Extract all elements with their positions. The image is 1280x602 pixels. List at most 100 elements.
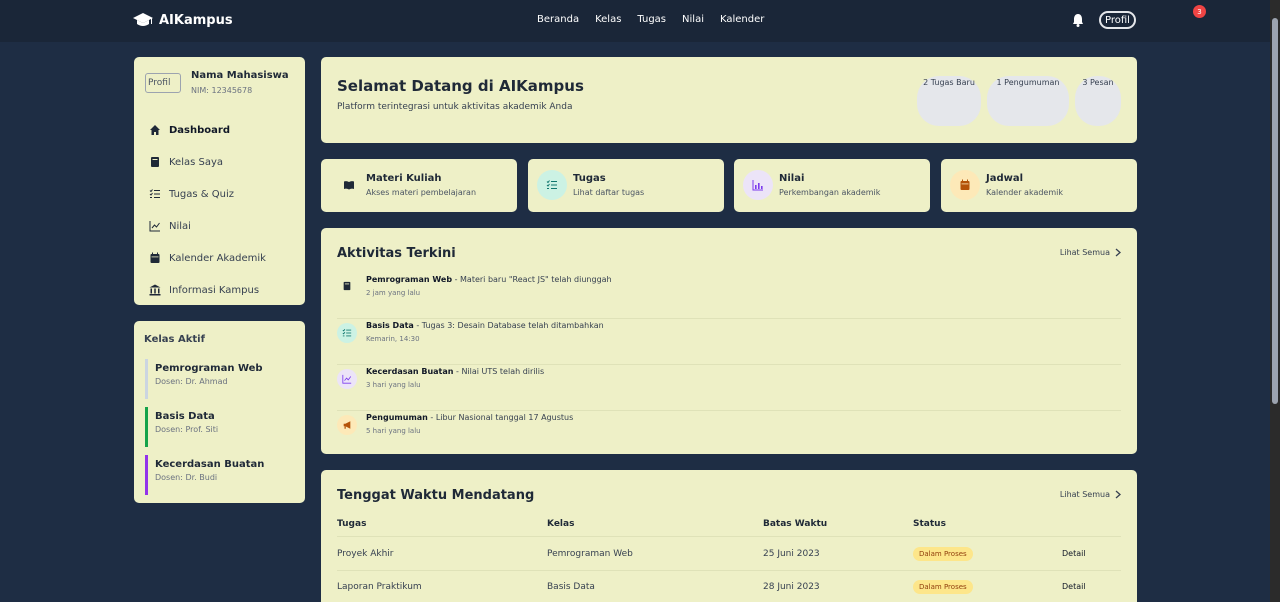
activity-subject: Pengumuman: [366, 413, 428, 422]
column-header-tugas: Tugas: [337, 519, 367, 529]
stat-messages[interactable]: 3 Pesan: [1075, 76, 1121, 126]
activity-see-all-link[interactable]: Lihat Semua: [1060, 248, 1121, 257]
calendar-icon: [150, 252, 160, 263]
chart-bar-icon: [752, 180, 763, 191]
calendar-icon: [960, 179, 970, 190]
activity-description: - Tugas 3: Desain Database telah ditamba…: [413, 321, 604, 330]
welcome-title: Selamat Datang di AIKampus: [337, 77, 584, 95]
quick-link-tugas[interactable]: Tugas Lihat daftar tugas: [528, 159, 724, 212]
class-item[interactable]: Pemrograman Web Dosen: Dr. Ahmad: [145, 359, 295, 399]
activity-description: - Libur Nasional tanggal 17 Agustus: [427, 413, 574, 422]
nav-beranda[interactable]: Beranda: [537, 14, 579, 25]
class-name: Kecerdasan Buatan: [155, 459, 265, 470]
deadlines-title: Tenggat Waktu Mendatang: [337, 488, 535, 503]
recent-activity-card: Aktivitas Terkini Lihat Semua Pemrograma…: [321, 228, 1137, 454]
book-icon: [151, 157, 159, 167]
sidebar-item-label: Nilai: [169, 220, 191, 232]
nav-kalender[interactable]: Kalender: [720, 14, 764, 25]
tasks-icon: [546, 180, 557, 189]
activity-icon-wrap: [337, 369, 357, 389]
activity-subject: Basis Data: [366, 321, 414, 330]
class-lecturer: Dosen: Dr. Ahmad: [155, 377, 228, 386]
quick-link-jadwal[interactable]: Jadwal Kalender akademik: [941, 159, 1137, 212]
status-badge: Dalam Proses: [913, 580, 973, 594]
quick-link-title: Jadwal: [986, 173, 1024, 184]
see-all-label: Lihat Semua: [1059, 490, 1110, 499]
brand-logo[interactable]: AIKampus: [133, 12, 233, 28]
activity-icon-wrap: [337, 323, 357, 343]
activity-row[interactable]: Pengumuman - Libur Nasional tanggal 17 A…: [337, 411, 1121, 457]
user-avatar[interactable]: Profil: [1099, 11, 1136, 29]
book-icon: [343, 281, 351, 291]
chart-line-icon: [342, 374, 352, 384]
sidebar-item-kelas-saya[interactable]: Kelas Saya: [149, 146, 266, 178]
activity-row[interactable]: Basis Data - Tugas 3: Desain Database te…: [337, 319, 1121, 365]
sidebar-profile-card: Profil Nama Mahasiswa NIM: 12345678 Dash…: [134, 57, 305, 305]
activity-description: - Nilai UTS telah dirilis: [453, 367, 545, 376]
class-item[interactable]: Kecerdasan Buatan Dosen: Dr. Budi: [145, 455, 295, 495]
welcome-subtitle: Platform terintegrasi untuk aktivitas ak…: [337, 102, 573, 112]
active-classes-card: Kelas Aktif Pemrograman Web Dosen: Dr. A…: [134, 321, 305, 503]
scrollbar[interactable]: [1270, 0, 1280, 602]
stat-new-tasks[interactable]: 2 Tugas Baru: [917, 76, 981, 126]
book-open-icon: [344, 181, 354, 190]
detail-link[interactable]: Detail: [1062, 582, 1086, 591]
quick-link-icon-wrap: [537, 170, 567, 200]
quick-link-materi[interactable]: Materi Kuliah Akses materi pembelajaran: [321, 159, 517, 212]
top-navbar: AIKampus Beranda Kelas Tugas Nilai Kalen…: [0, 0, 1280, 42]
sidebar-item-label: Tugas & Quiz: [169, 188, 235, 200]
bell-icon[interactable]: [1072, 13, 1084, 27]
class-item[interactable]: Basis Data Dosen: Prof. Siti: [145, 407, 295, 447]
class-name: Basis Data: [155, 411, 215, 422]
scrollbar-thumb[interactable]: [1272, 18, 1278, 404]
class-lecturer: Dosen: Dr. Budi: [155, 473, 218, 482]
activity-row[interactable]: Pemrograman Web - Materi baru "React JS"…: [337, 273, 1121, 319]
deadline-task: Laporan Praktikum: [337, 582, 422, 592]
quick-link-icon-wrap: [950, 170, 980, 200]
deadlines-see-all-link[interactable]: Lihat Semua: [1060, 490, 1121, 499]
sidebar-item-kalender[interactable]: Kalender Akademik: [149, 242, 266, 274]
quick-link-title: Nilai: [779, 173, 805, 184]
status-badge: Dalam Proses: [913, 547, 973, 561]
chart-icon: [149, 221, 160, 232]
table-divider: [337, 570, 1121, 571]
megaphone-icon: [343, 421, 351, 429]
activity-row[interactable]: Kecerdasan Buatan - Nilai UTS telah diri…: [337, 365, 1121, 411]
nav-kelas[interactable]: Kelas: [595, 14, 621, 25]
chevron-right-icon: [1115, 490, 1121, 499]
activity-text: Pemrograman Web - Materi baru "React JS"…: [366, 275, 612, 284]
upcoming-deadlines-card: Tenggat Waktu Mendatang Lihat Semua Tuga…: [321, 470, 1137, 602]
home-icon: [150, 125, 160, 135]
sidebar-item-nilai[interactable]: Nilai: [149, 210, 266, 242]
nav-nilai[interactable]: Nilai: [682, 14, 704, 25]
activity-subject: Kecerdasan Buatan: [366, 367, 454, 376]
sidebar-item-informasi-kampus[interactable]: Informasi Kampus: [149, 274, 266, 306]
sidebar-item-label: Kelas Saya: [169, 156, 224, 168]
sidebar-item-label: Informasi Kampus: [169, 284, 260, 296]
notification-badge: 3: [1193, 5, 1206, 18]
nav-tugas[interactable]: Tugas: [637, 14, 666, 25]
sidebar-item-label: Dashboard: [169, 124, 230, 136]
activity-icon-wrap: [337, 415, 357, 435]
quick-link-subtitle: Kalender akademik: [986, 188, 1063, 197]
tasks-icon: [342, 329, 352, 337]
deadline-class: Pemrograman Web: [547, 549, 633, 559]
class-name: Pemrograman Web: [155, 363, 263, 374]
quick-link-nilai[interactable]: Nilai Perkembangan akademik: [734, 159, 930, 212]
sidebar-item-tugas-quiz[interactable]: Tugas & Quiz: [149, 178, 266, 210]
building-icon: [149, 284, 161, 296]
stat-announcements[interactable]: 1 Pengumuman: [987, 76, 1069, 126]
deadline-due: 25 Juni 2023: [763, 549, 820, 559]
table-divider: [337, 536, 1121, 537]
activity-text: Kecerdasan Buatan - Nilai UTS telah diri…: [366, 367, 544, 376]
quick-link-icon-wrap: [334, 170, 364, 200]
detail-link[interactable]: Detail: [1062, 549, 1086, 558]
activity-text: Basis Data - Tugas 3: Desain Database te…: [366, 321, 604, 330]
activity-text: Pengumuman - Libur Nasional tanggal 17 A…: [366, 413, 573, 422]
chevron-right-icon: [1115, 248, 1121, 257]
sidebar-menu: Dashboard Kelas Saya Tugas & Quiz Nilai …: [149, 114, 266, 306]
quick-link-subtitle: Perkembangan akademik: [779, 188, 881, 197]
active-classes-title: Kelas Aktif: [144, 334, 205, 345]
sidebar-item-dashboard[interactable]: Dashboard: [149, 114, 266, 146]
deadline-task: Proyek Akhir: [337, 549, 394, 559]
